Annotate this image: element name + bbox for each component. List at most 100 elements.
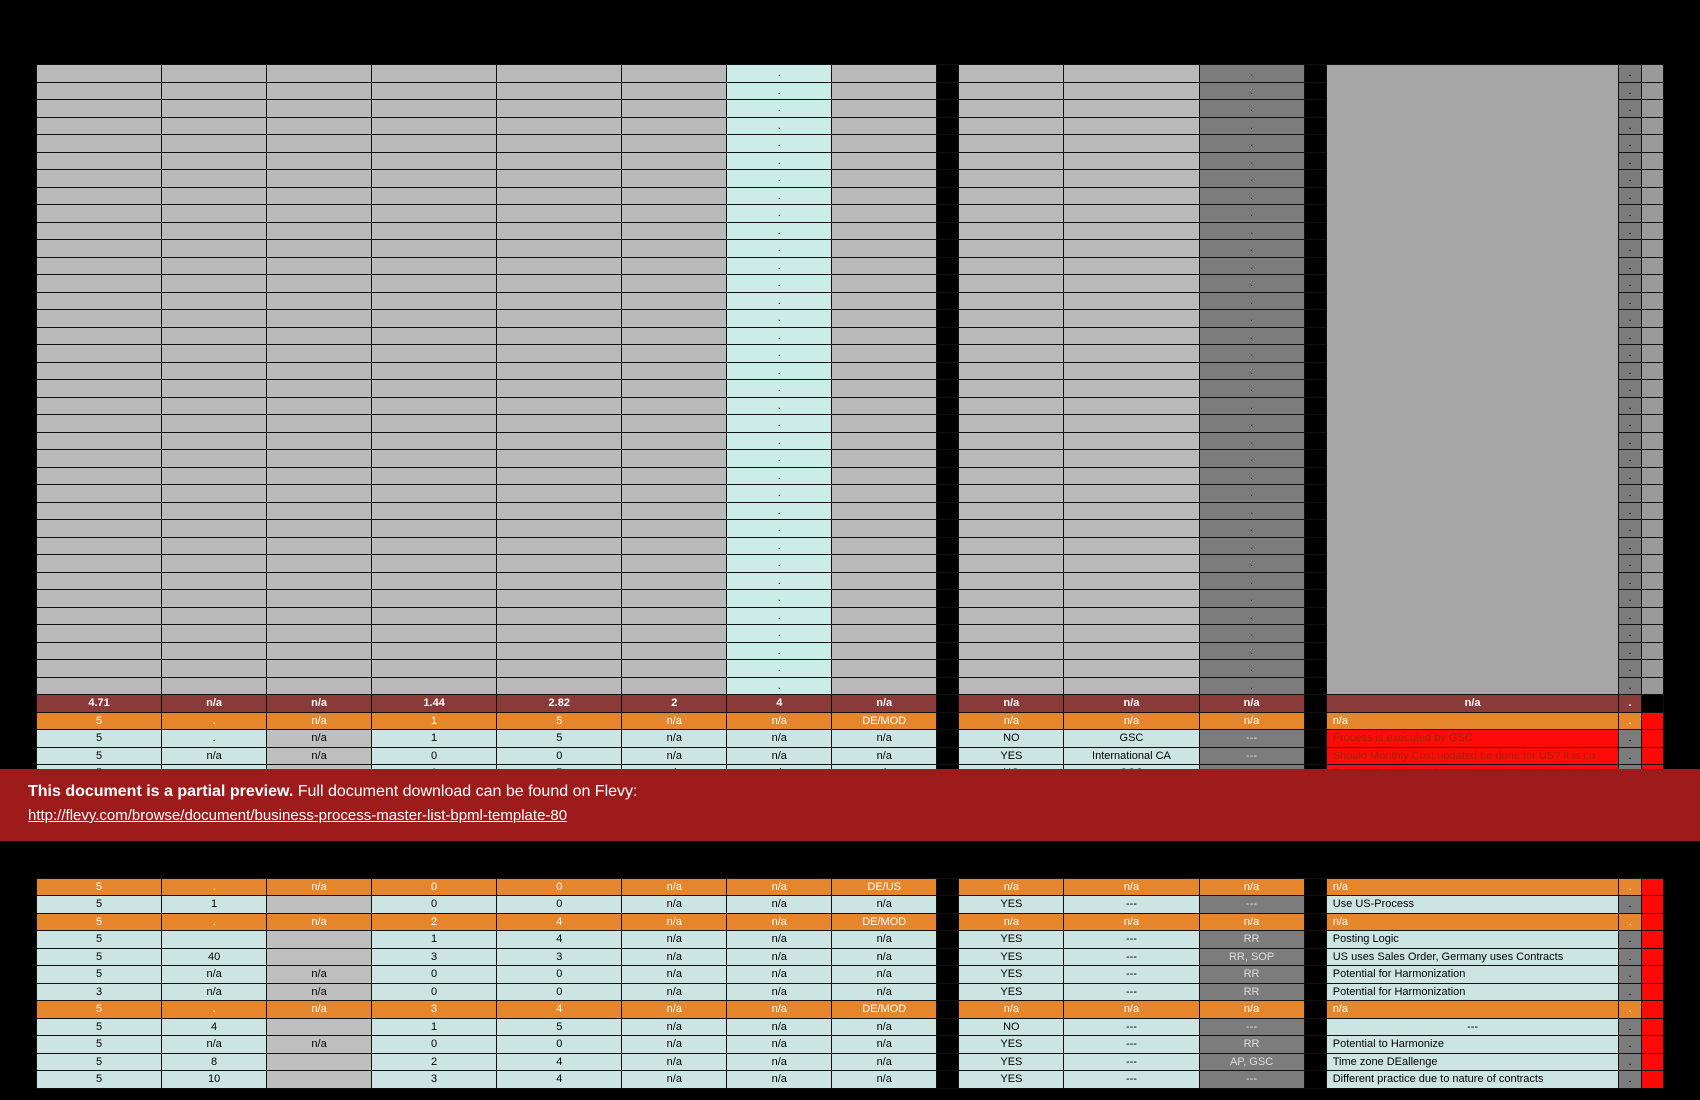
cell — [959, 607, 1064, 625]
cell — [1641, 415, 1663, 433]
cell — [162, 327, 267, 345]
cell — [37, 642, 162, 660]
cell: . — [1199, 590, 1304, 608]
cell: . — [727, 502, 832, 520]
cell: . — [727, 65, 832, 83]
cell: 5 — [37, 1053, 162, 1071]
cell — [959, 362, 1064, 380]
cell: AP, GSC — [1199, 1053, 1304, 1071]
cell: . — [1619, 983, 1641, 1001]
header-cell: 1.44 — [372, 695, 497, 713]
cell — [937, 537, 959, 555]
banner-link[interactable]: http://flevy.com/browse/document/busines… — [28, 807, 567, 824]
cell: n/a — [727, 712, 832, 730]
cell: n/a — [1326, 913, 1619, 931]
cell — [1304, 1053, 1326, 1071]
cell: n/a — [162, 983, 267, 1001]
cell — [1304, 660, 1326, 678]
cell — [372, 100, 497, 118]
cell — [1304, 275, 1326, 293]
cell — [497, 82, 622, 100]
cell: . — [1199, 607, 1304, 625]
cell: . — [1619, 397, 1641, 415]
cell: n/a — [727, 1018, 832, 1036]
cell: 5 — [37, 1018, 162, 1036]
cell — [959, 292, 1064, 310]
cell — [1064, 677, 1199, 695]
cell: 3 — [372, 948, 497, 966]
cell — [1064, 467, 1199, 485]
cell: --- — [1064, 931, 1199, 949]
cell — [937, 100, 959, 118]
cell — [37, 660, 162, 678]
cell — [267, 1071, 372, 1089]
cell — [372, 607, 497, 625]
table-row: 5n/an/a00n/an/an/aYES---RRPotential to H… — [37, 1036, 1664, 1054]
table-row: 51034n/an/an/aYES------Different practic… — [37, 1071, 1664, 1089]
cell — [959, 170, 1064, 188]
cell: 5 — [37, 931, 162, 949]
cell — [1304, 380, 1326, 398]
cell — [1304, 607, 1326, 625]
cell: 5 — [37, 966, 162, 984]
cell: . — [1619, 677, 1641, 695]
cell: --- — [1326, 1018, 1619, 1036]
cell: 1 — [372, 712, 497, 730]
cell: . — [727, 520, 832, 538]
cell — [1304, 362, 1326, 380]
cell — [1064, 240, 1199, 258]
cell — [1064, 82, 1199, 100]
cell: . — [1199, 327, 1304, 345]
cell — [267, 65, 372, 83]
cell: . — [727, 432, 832, 450]
cell — [1641, 257, 1663, 275]
cell — [372, 170, 497, 188]
cell: . — [1199, 642, 1304, 660]
cell: 1 — [372, 931, 497, 949]
cell — [162, 502, 267, 520]
cell — [267, 415, 372, 433]
cell: . — [727, 415, 832, 433]
cell — [937, 310, 959, 328]
cell — [162, 292, 267, 310]
cell: n/a — [622, 913, 727, 931]
cell: . — [1619, 380, 1641, 398]
table-row: 5.n/a34n/an/aDE/MODn/an/an/an/a. — [37, 1001, 1664, 1019]
cell: . — [1619, 152, 1641, 170]
cell — [37, 205, 162, 223]
cell — [372, 82, 497, 100]
cell — [37, 502, 162, 520]
cell — [832, 135, 937, 153]
cell — [1064, 65, 1199, 83]
cell — [937, 345, 959, 363]
cell: YES — [959, 1071, 1064, 1089]
cell: . — [1199, 257, 1304, 275]
cell: . — [727, 222, 832, 240]
cell: n/a — [959, 913, 1064, 931]
cell — [37, 625, 162, 643]
cell — [937, 1001, 959, 1019]
cell: 4 — [162, 1018, 267, 1036]
cell: 4 — [497, 1071, 622, 1089]
cell — [267, 205, 372, 223]
cell — [832, 607, 937, 625]
cell: Use US-Process — [1326, 896, 1619, 914]
cell — [959, 345, 1064, 363]
cell: . — [1619, 362, 1641, 380]
header-cell: n/a — [162, 695, 267, 713]
cell — [162, 485, 267, 503]
cell — [267, 931, 372, 949]
cell — [162, 205, 267, 223]
cell — [832, 65, 937, 83]
cell: n/a — [727, 896, 832, 914]
cell — [1641, 327, 1663, 345]
cell: 3 — [372, 1001, 497, 1019]
cell — [1641, 397, 1663, 415]
cell: n/a — [622, 878, 727, 896]
cell — [37, 415, 162, 433]
table-row: 514n/an/an/aYES---RRPosting Logic. — [37, 931, 1664, 949]
cell: . — [1199, 292, 1304, 310]
cell: . — [727, 362, 832, 380]
cell — [1064, 257, 1199, 275]
cell — [1304, 747, 1326, 765]
